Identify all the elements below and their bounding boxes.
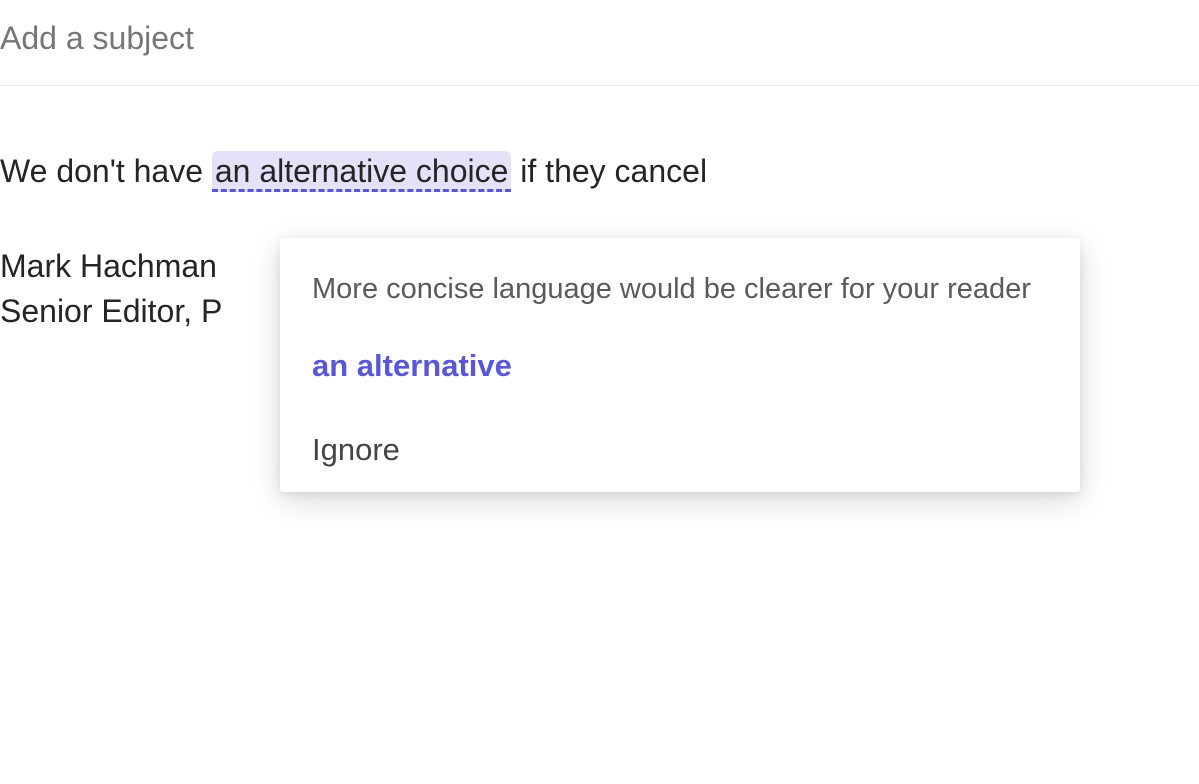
suggestion-replacement-option[interactable]: an alternative [312,348,1048,384]
suggestion-description: More concise language would be clearer f… [312,268,1048,310]
subject-field-container: Add a subject [0,0,1199,86]
grammar-flagged-phrase[interactable]: an alternative choice [212,151,512,192]
subject-input[interactable]: Add a subject [0,20,194,56]
email-text-line: We don't have an alternative choice if t… [0,148,1199,194]
body-text-before: We don't have [0,153,212,189]
body-text-after: if they cancel [511,153,707,189]
ignore-button[interactable]: Ignore [312,432,1048,468]
grammar-suggestion-popup: More concise language would be clearer f… [280,238,1080,492]
